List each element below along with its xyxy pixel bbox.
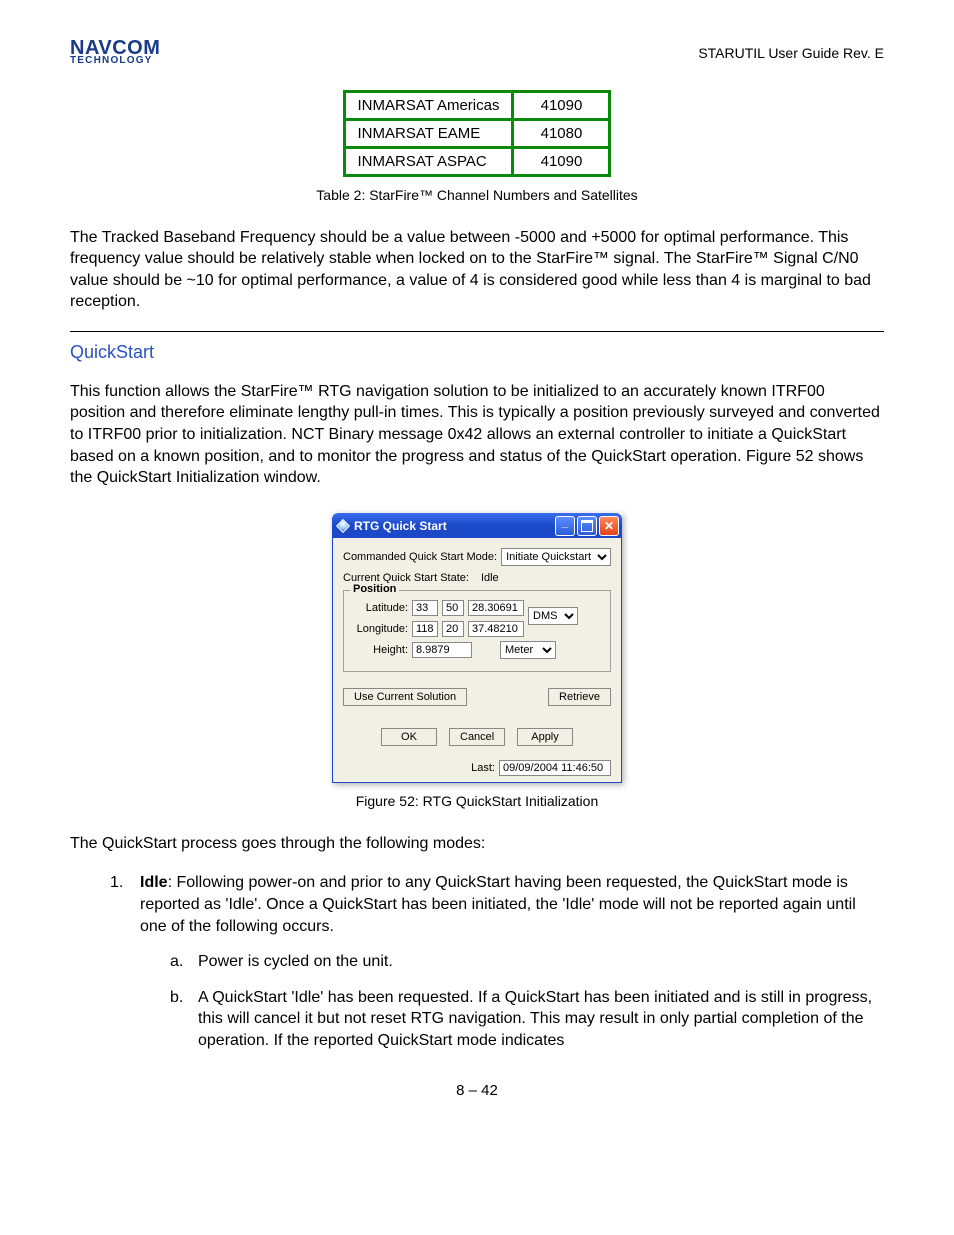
lat-sec-input[interactable] (468, 600, 524, 616)
height-unit-select[interactable]: Meter (500, 641, 556, 659)
sub-list-item: b. A QuickStart 'Idle' has been requeste… (170, 987, 884, 1052)
paragraph: This function allows the StarFire™ RTG n… (70, 381, 884, 489)
cancel-button[interactable]: Cancel (449, 728, 505, 746)
figure-caption: Figure 52: RTG QuickStart Initialization (70, 793, 884, 809)
maximize-button[interactable] (577, 516, 597, 536)
section-heading: QuickStart (70, 342, 884, 363)
satellite-table: INMARSAT Americas 41090 INMARSAT EAME 41… (343, 90, 612, 177)
lon-deg-input[interactable] (412, 621, 438, 637)
retrieve-button[interactable]: Retrieve (548, 688, 611, 706)
close-button[interactable] (599, 516, 619, 536)
window-title: RTG Quick Start (354, 519, 553, 533)
paragraph: The Tracked Baseband Frequency should be… (70, 227, 884, 313)
lat-min-input[interactable] (442, 600, 464, 616)
longitude-label: Longitude: (352, 623, 408, 635)
sat-name: INMARSAT ASPAC (344, 147, 513, 175)
list-text: : Following power-on and prior to any Qu… (140, 874, 856, 934)
sat-name: INMARSAT EAME (344, 119, 513, 147)
cmd-mode-label: Commanded Quick Start Mode: (343, 551, 497, 563)
apply-button[interactable]: Apply (517, 728, 573, 746)
list-item: 1. Idle: Following power-on and prior to… (110, 872, 884, 937)
lon-min-input[interactable] (442, 621, 464, 637)
sub-text: A QuickStart 'Idle' has been requested. … (198, 987, 884, 1052)
sub-list-item: a. Power is cycled on the unit. (170, 951, 884, 973)
sat-name: INMARSAT Americas (344, 91, 513, 119)
state-value: Idle (481, 572, 499, 584)
sub-letter: b. (170, 987, 188, 1052)
table-caption: Table 2: StarFire™ Channel Numbers and S… (70, 187, 884, 203)
sat-channel: 41080 (513, 119, 610, 147)
paragraph: The QuickStart process goes through the … (70, 833, 884, 855)
position-legend: Position (350, 583, 399, 595)
height-input[interactable] (412, 642, 472, 658)
table-row: INMARSAT EAME 41080 (344, 119, 610, 147)
mode-name: Idle (140, 874, 168, 891)
titlebar[interactable]: RTG Quick Start (332, 513, 622, 538)
table-row: INMARSAT Americas 41090 (344, 91, 610, 119)
height-label: Height: (352, 644, 408, 656)
use-current-solution-button[interactable]: Use Current Solution (343, 688, 467, 706)
rtg-quickstart-dialog: RTG Quick Start Commanded Quick Start Mo… (332, 513, 622, 783)
minimize-button[interactable] (555, 516, 575, 536)
app-icon (336, 519, 350, 533)
table-row: INMARSAT ASPAC 41090 (344, 147, 610, 175)
sat-channel: 41090 (513, 91, 610, 119)
logo-bot: TECHNOLOGY (70, 57, 160, 66)
page-number: 8 – 42 (70, 1082, 884, 1099)
last-label: Last: (471, 762, 495, 774)
ok-button[interactable]: OK (381, 728, 437, 746)
lat-deg-input[interactable] (412, 600, 438, 616)
cmd-mode-select[interactable]: Initiate Quickstart (501, 548, 611, 566)
list-number: 1. (110, 872, 130, 937)
latitude-label: Latitude: (352, 602, 408, 614)
sub-text: Power is cycled on the unit. (198, 951, 393, 973)
lon-sec-input[interactable] (468, 621, 524, 637)
logo: NAVCOM TECHNOLOGY (70, 40, 160, 66)
document-id: STARUTIL User Guide Rev. E (698, 45, 884, 61)
sub-letter: a. (170, 951, 188, 973)
sat-channel: 41090 (513, 147, 610, 175)
section-divider (70, 331, 884, 332)
last-timestamp[interactable] (499, 760, 611, 776)
position-group: Position Latitude: DMS Longitude: (343, 590, 611, 672)
dms-select[interactable]: DMS (528, 607, 578, 625)
